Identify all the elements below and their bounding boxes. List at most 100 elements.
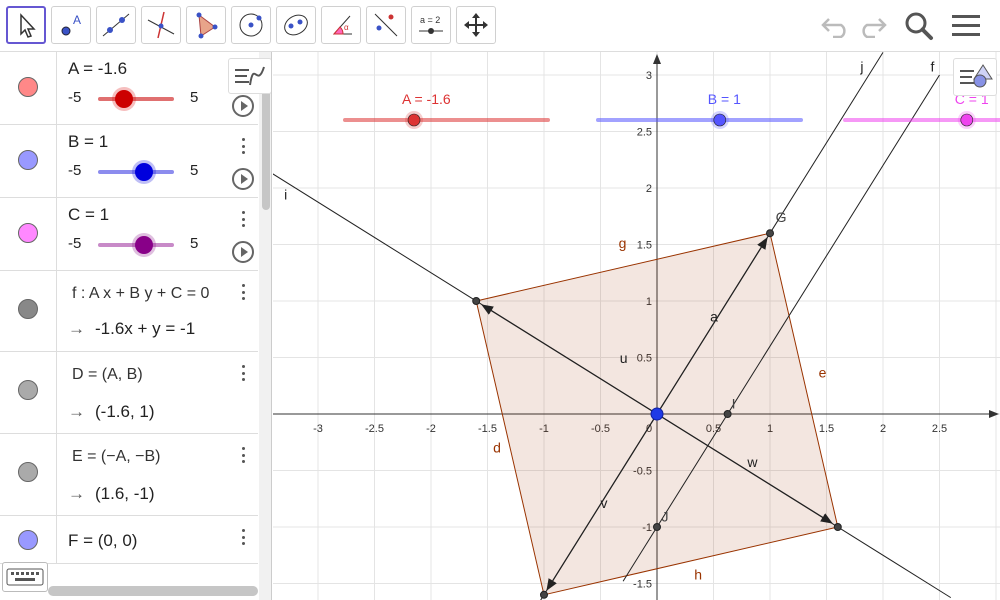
polygon-tool[interactable] [186, 6, 226, 44]
line-tool[interactable] [96, 6, 136, 44]
vector-label-v: v [601, 495, 608, 511]
move-graphics-view-tool[interactable] [456, 6, 496, 44]
slider-knob [713, 113, 727, 127]
x-tick-label: -1.5 [478, 423, 497, 435]
x-axis-arrow-icon [989, 410, 999, 418]
slider-icon: a = 2 [419, 15, 443, 34]
algebra-view: A = -1.6 -5 5 B = 1 -5 5 C = 1 -5 5 f : … [0, 52, 272, 600]
algebra-item-a[interactable]: A = -1.6 -5 5 [0, 52, 258, 125]
move-tool[interactable] [6, 6, 46, 44]
play-button[interactable] [232, 168, 254, 190]
visibility-toggle[interactable] [18, 77, 38, 97]
y-tick-label: 1.5 [637, 240, 652, 252]
visibility-toggle[interactable] [18, 380, 38, 400]
perpendicular-line-tool[interactable] [141, 6, 181, 44]
horizontal-scroll-thumb[interactable] [48, 586, 258, 596]
visibility-toggle[interactable] [18, 150, 38, 170]
algebra-item-point-f[interactable]: F = (0, 0) [0, 516, 258, 564]
item-definition[interactable]: F = (0, 0) [68, 531, 137, 551]
visibility-toggle[interactable] [18, 530, 38, 550]
algebra-item-b[interactable]: B = 1 -5 5 [0, 125, 258, 198]
main-menu-button[interactable] [948, 8, 984, 44]
slider-knob [407, 113, 421, 127]
cursor-arrow-icon [20, 13, 36, 38]
y-tick-label: 2.5 [637, 127, 652, 139]
graphics-style-icon [960, 64, 993, 88]
play-button[interactable] [232, 241, 254, 263]
reflect-about-line-tool[interactable] [366, 6, 406, 44]
hamburger-menu-icon [952, 15, 980, 36]
vector-label-u: u [620, 350, 628, 366]
slider-max: 5 [190, 89, 199, 106]
play-button[interactable] [232, 95, 254, 117]
visibility-toggle[interactable] [18, 223, 38, 243]
item-definition[interactable]: B = 1 [68, 132, 108, 152]
y-tick-label: 2 [646, 183, 652, 195]
x-tick-label: -2.5 [365, 423, 384, 435]
algebra-item-e[interactable]: E = (−A, −B) → (1.6, -1) [0, 434, 258, 516]
perpendicular-line-icon [147, 11, 175, 39]
y-tick-label: -1.5 [633, 579, 652, 591]
vector-label-w: w [746, 454, 758, 470]
item-definition[interactable]: D = (A, B) [72, 366, 143, 384]
angle-icon: α [332, 15, 352, 35]
point-label-j: J [662, 508, 669, 524]
algebra-item-d[interactable]: D = (A, B) → (-1.6, 1) [0, 352, 258, 434]
item-definition[interactable]: E = (−A, −B) [72, 448, 160, 466]
undo-button[interactable] [818, 8, 854, 44]
point-i [723, 410, 732, 418]
more-options-icon[interactable] [236, 209, 250, 229]
more-options-icon[interactable] [236, 136, 250, 156]
result-arrow-icon: → [68, 319, 85, 338]
x-tick-label: -3 [313, 423, 323, 435]
graphics-canvas[interactable]: -3-2.5-2-1.5-1-0.500.511.522.532.521.510… [273, 52, 1000, 600]
graphics-view[interactable]: -3-2.5-2-1.5-1-0.500.511.522.532.521.510… [273, 52, 1000, 600]
visibility-toggle[interactable] [18, 299, 38, 319]
slider-knob[interactable] [135, 163, 153, 181]
more-options-icon[interactable] [236, 363, 250, 383]
algebra-item-f[interactable]: f : A x + B y + C = 0 → -1.6x + y = -1 [0, 271, 258, 352]
ellipse-tool[interactable] [276, 6, 316, 44]
search-button[interactable] [901, 8, 937, 44]
angle-tool[interactable]: α [321, 6, 361, 44]
keyboard-button[interactable] [2, 562, 48, 592]
redo-button[interactable] [854, 8, 890, 44]
item-definition[interactable]: C = 1 [68, 205, 109, 225]
ellipse-icon [284, 14, 308, 36]
svg-text:α: α [344, 23, 349, 32]
toolbar: A α a = 2 [0, 0, 1000, 52]
result-arrow-icon: → [68, 402, 85, 421]
circle-icon [239, 13, 263, 37]
algebra-style-bar-button[interactable] [228, 58, 271, 94]
y-axis-arrow-icon [653, 54, 661, 64]
algebra-item-c[interactable]: C = 1 -5 5 [0, 198, 258, 271]
visibility-toggle[interactable] [18, 462, 38, 482]
point-tool[interactable]: A [51, 6, 91, 44]
more-options-icon[interactable] [236, 445, 250, 465]
algebra-style-icon [235, 66, 265, 86]
point-g [766, 229, 774, 238]
x-tick-label: 2 [880, 423, 886, 435]
search-icon [905, 12, 933, 40]
circle-center-point-tool[interactable] [231, 6, 271, 44]
item-definition[interactable]: f : A x + B y + C = 0 [72, 285, 209, 303]
segment-label-d: d [493, 439, 501, 455]
slider-max: 5 [190, 162, 199, 179]
slider-label: A = -1.6 [402, 91, 451, 107]
item-definition[interactable]: A = -1.6 [68, 59, 127, 79]
more-options-icon[interactable] [236, 527, 250, 547]
slider-knob[interactable] [115, 90, 133, 108]
graphics-style-bar-button[interactable] [953, 58, 997, 96]
line-label-i: i [284, 186, 287, 202]
segment-label-g: g [619, 235, 627, 251]
slider-track[interactable] [98, 97, 174, 101]
svg-text:a = 2: a = 2 [420, 15, 440, 25]
slider-knob[interactable] [135, 236, 153, 254]
keyboard-icon [6, 568, 44, 586]
more-options-icon[interactable] [236, 282, 250, 302]
segment-label-h: h [694, 567, 702, 583]
slider-label: B = 1 [708, 91, 741, 107]
move-view-icon [464, 13, 488, 37]
point-label-i: I [732, 395, 736, 411]
slider-tool[interactable]: a = 2 [411, 6, 451, 44]
